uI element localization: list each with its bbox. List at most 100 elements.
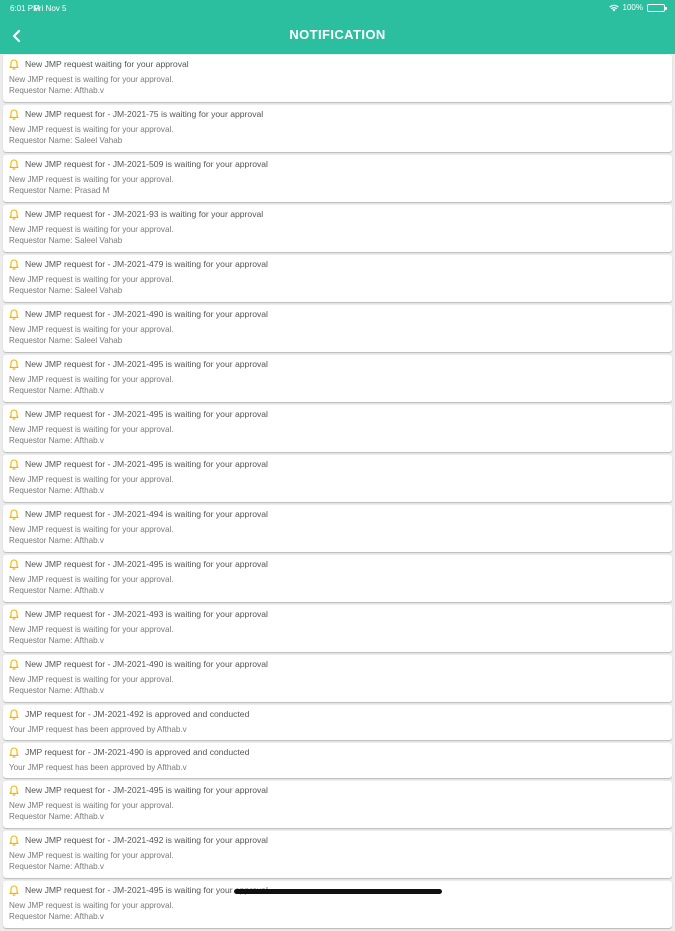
bell-icon — [9, 784, 19, 796]
notification-requestor: Requestor Name: Saleel Vahab — [9, 286, 123, 295]
bell-icon — [9, 608, 19, 620]
battery-percent: 100% — [622, 3, 643, 12]
notification-requestor: Requestor Name: Afthab.v — [9, 386, 104, 395]
navigation-bar: NOTIFICATION — [0, 18, 675, 54]
wifi-icon — [608, 4, 619, 11]
notification-title: New JMP request for - JM-2021-492 is wai… — [25, 835, 268, 845]
notification-title: New JMP request for - JM-2021-495 is wai… — [25, 409, 268, 419]
notification-title-row: New JMP request for - JM-2021-494 is wai… — [9, 508, 666, 520]
notification-title: New JMP request for - JM-2021-494 is wai… — [25, 509, 268, 519]
notification-card[interactable]: New JMP request for - JM-2021-493 is wai… — [3, 605, 672, 652]
notification-card[interactable]: New JMP request for - JM-2021-490 is wai… — [3, 305, 672, 352]
notification-description: New JMP request is waiting for your appr… — [9, 801, 174, 810]
notification-requestor: Requestor Name: Afthab.v — [9, 686, 104, 695]
bell-icon — [9, 834, 19, 846]
notification-title-row: New JMP request waiting for your approva… — [9, 58, 666, 70]
notification-title: New JMP request for - JM-2021-509 is wai… — [25, 159, 268, 169]
notification-card[interactable]: New JMP request for - JM-2021-490 is wai… — [3, 655, 672, 702]
bell-icon — [9, 558, 19, 570]
notification-card[interactable]: New JMP request for - JM-2021-495 is wai… — [3, 781, 672, 828]
notification-title-row: New JMP request for - JM-2021-93 is wait… — [9, 208, 666, 220]
notification-requestor: Requestor Name: Prasad M — [9, 186, 110, 195]
bell-icon — [9, 208, 19, 220]
notification-card[interactable]: New JMP request for - JM-2021-495 is wai… — [3, 455, 672, 502]
notification-card[interactable]: New JMP request for - JM-2021-479 is wai… — [3, 255, 672, 302]
notification-title-row: New JMP request for - JM-2021-495 is wai… — [9, 558, 666, 570]
notification-title-row: New JMP request for - JM-2021-495 is wai… — [9, 408, 666, 420]
notification-title: New JMP request for - JM-2021-479 is wai… — [25, 259, 268, 269]
notification-card[interactable]: New JMP request for - JM-2021-75 is wait… — [3, 105, 672, 152]
notification-description: New JMP request is waiting for your appr… — [9, 425, 174, 434]
notification-description: New JMP request is waiting for your appr… — [9, 375, 174, 384]
notification-title-row: New JMP request for - JM-2021-509 is wai… — [9, 158, 666, 170]
bell-icon — [9, 158, 19, 170]
battery-icon — [647, 3, 667, 12]
bell-icon — [9, 508, 19, 520]
status-right: 100% — [608, 3, 667, 12]
notification-card[interactable]: New JMP request waiting for your approva… — [3, 55, 672, 102]
notification-requestor: Requestor Name: Saleel Vahab — [9, 336, 123, 345]
notification-description: New JMP request is waiting for your appr… — [9, 475, 174, 484]
notification-title-row: New JMP request for - JM-2021-492 is wai… — [9, 834, 666, 846]
notification-description: Your JMP request has been approved by Af… — [9, 725, 187, 734]
notification-title: New JMP request for - JM-2021-495 is wai… — [25, 459, 268, 469]
notification-title-row: New JMP request for - JM-2021-495 is wai… — [9, 784, 666, 796]
notification-card[interactable]: New JMP request for - JM-2021-492 is wai… — [3, 831, 672, 878]
notification-title: New JMP request for - JM-2021-495 is wai… — [25, 885, 268, 895]
bell-icon — [9, 308, 19, 320]
notification-title-row: JMP request for - JM-2021-492 is approve… — [9, 708, 666, 720]
notification-card[interactable]: New JMP request for - JM-2021-495 is wai… — [3, 405, 672, 452]
notification-description: New JMP request is waiting for your appr… — [9, 325, 174, 334]
status-date: Fri Nov 5 — [34, 4, 67, 13]
bell-icon — [9, 58, 19, 70]
notification-description: Your JMP request has been approved by Af… — [9, 763, 187, 772]
notification-description: New JMP request is waiting for your appr… — [9, 851, 174, 860]
bell-icon — [9, 458, 19, 470]
notification-title: New JMP request for - JM-2021-495 is wai… — [25, 359, 268, 369]
bell-icon — [9, 358, 19, 370]
bell-icon — [9, 746, 19, 758]
notification-description: New JMP request is waiting for your appr… — [9, 575, 174, 584]
bell-icon — [9, 408, 19, 420]
notification-title-row: New JMP request for - JM-2021-495 is wai… — [9, 358, 666, 370]
notification-card[interactable]: New JMP request for - JM-2021-494 is wai… — [3, 505, 672, 552]
notification-requestor: Requestor Name: Afthab.v — [9, 436, 104, 445]
bell-icon — [9, 258, 19, 270]
notification-card[interactable]: New JMP request for - JM-2021-509 is wai… — [3, 155, 672, 202]
notification-requestor: Requestor Name: Saleel Vahab — [9, 136, 123, 145]
notification-list[interactable]: New JMP request waiting for your approva… — [3, 55, 672, 931]
notification-title-row: New JMP request for - JM-2021-490 is wai… — [9, 658, 666, 670]
notification-description: New JMP request is waiting for your appr… — [9, 175, 174, 184]
notification-description: New JMP request is waiting for your appr… — [9, 525, 174, 534]
notification-title: JMP request for - JM-2021-492 is approve… — [25, 709, 250, 719]
notification-title: New JMP request for - JM-2021-495 is wai… — [25, 785, 268, 795]
notification-card[interactable]: JMP request for - JM-2021-490 is approve… — [3, 743, 672, 778]
notification-description: New JMP request is waiting for your appr… — [9, 75, 174, 84]
bell-icon — [9, 108, 19, 120]
notification-card[interactable]: New JMP request for - JM-2021-495 is wai… — [3, 555, 672, 602]
bell-icon — [9, 884, 19, 896]
notification-card[interactable]: New JMP request for - JM-2021-93 is wait… — [3, 205, 672, 252]
notification-requestor: Requestor Name: Afthab.v — [9, 812, 104, 821]
notification-requestor: Requestor Name: Afthab.v — [9, 86, 104, 95]
notification-title: New JMP request for - JM-2021-493 is wai… — [25, 609, 268, 619]
notification-description: New JMP request is waiting for your appr… — [9, 675, 174, 684]
home-indicator — [234, 889, 442, 894]
notification-requestor: Requestor Name: Afthab.v — [9, 536, 104, 545]
notification-title: New JMP request for - JM-2021-490 is wai… — [25, 309, 268, 319]
notification-card[interactable]: New JMP request for - JM-2021-495 is wai… — [3, 355, 672, 402]
notification-requestor: Requestor Name: Afthab.v — [9, 586, 104, 595]
notification-requestor: Requestor Name: Afthab.v — [9, 862, 104, 871]
page-title: NOTIFICATION — [289, 27, 386, 42]
notification-card[interactable]: JMP request for - JM-2021-492 is approve… — [3, 705, 672, 740]
notification-description: New JMP request is waiting for your appr… — [9, 901, 174, 910]
notification-title: JMP request for - JM-2021-490 is approve… — [25, 747, 250, 757]
bell-icon — [9, 708, 19, 720]
notification-description: New JMP request is waiting for your appr… — [9, 625, 174, 634]
notification-title-row: New JMP request for - JM-2021-495 is wai… — [9, 458, 666, 470]
notification-title: New JMP request waiting for your approva… — [25, 59, 189, 69]
notification-description: New JMP request is waiting for your appr… — [9, 275, 174, 284]
notification-title-row: New JMP request for - JM-2021-493 is wai… — [9, 608, 666, 620]
notification-title-row: New JMP request for - JM-2021-479 is wai… — [9, 258, 666, 270]
notification-title-row: New JMP request for - JM-2021-490 is wai… — [9, 308, 666, 320]
